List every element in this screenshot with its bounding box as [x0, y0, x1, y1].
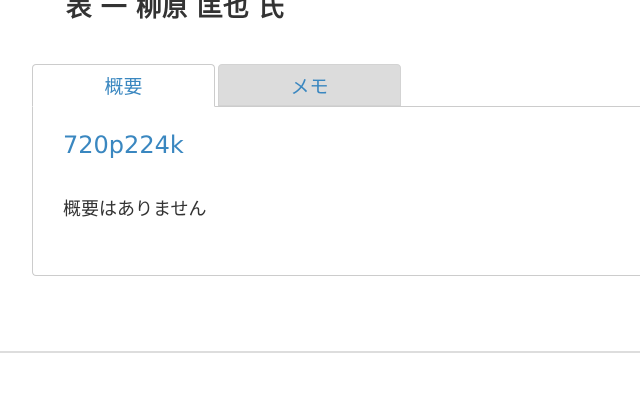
- tab-memo[interactable]: メモ: [218, 64, 401, 106]
- page: 表 一 柳原 匡也 氏 概要 メモ 720p224k 概要はありません: [0, 0, 640, 400]
- tab-bar: 概要 メモ: [32, 64, 401, 107]
- page-title: 表 一 柳原 匡也 氏: [66, 0, 285, 23]
- summary-text: 概要はありません: [63, 199, 207, 220]
- record-id-link[interactable]: 720p224k: [63, 131, 184, 159]
- tab-overview[interactable]: 概要: [32, 64, 215, 107]
- section-divider: [0, 351, 640, 353]
- tab-panel-overview: 720p224k 概要はありません: [32, 106, 640, 276]
